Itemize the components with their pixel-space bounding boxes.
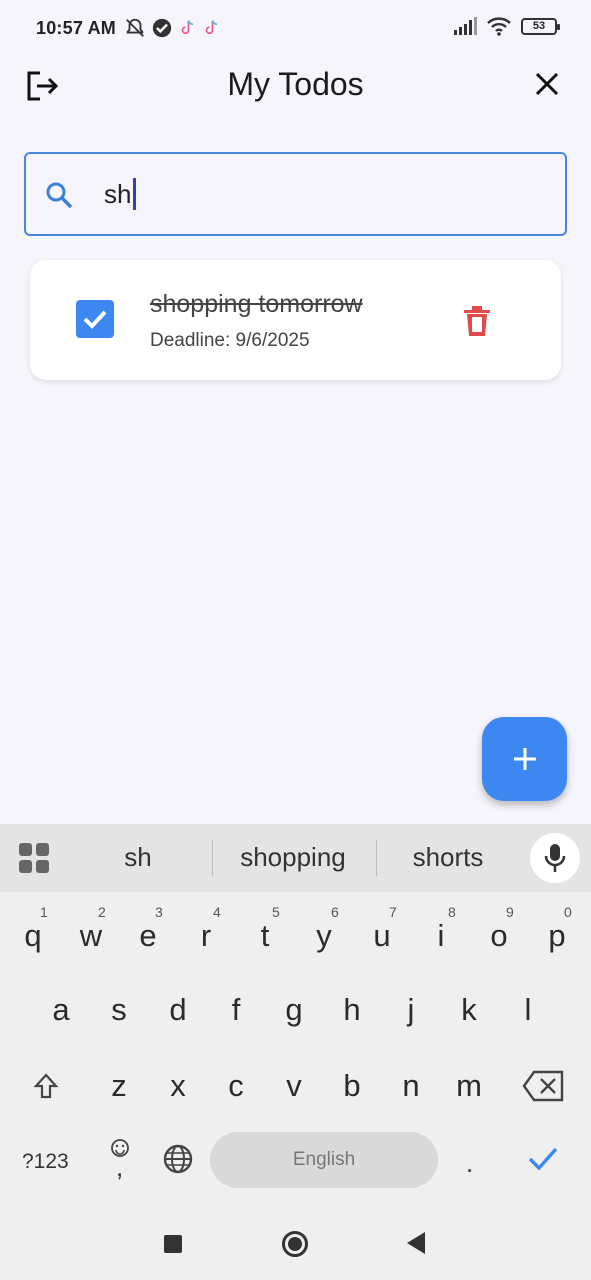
page-title: My Todos [227,66,364,102]
keyboard: sh shopping shorts q1 w2 e3 r4 t5 y6 u7 … [0,824,591,1210]
key-h[interactable]: h [329,992,375,1028]
text-caret [133,178,137,210]
key-z[interactable]: z [96,1068,142,1104]
key-g[interactable]: g [271,992,317,1028]
key-d[interactable]: d [155,992,201,1028]
todo-title: shopping tomorrow [150,290,363,318]
app-bar: My Todos [0,56,591,116]
tiktok-icon [181,20,194,35]
add-todo-button[interactable] [482,717,567,801]
symbols-key[interactable]: ?123 [22,1150,69,1174]
key-a[interactable]: a [38,992,84,1028]
suggestion-3[interactable]: shorts [373,842,523,873]
suggestion-2[interactable]: shopping [218,842,368,873]
key-i[interactable]: i8 [418,904,464,954]
key-y[interactable]: y6 [301,904,347,954]
key-q[interactable]: q1 [10,904,56,954]
key-r[interactable]: r4 [183,904,229,954]
trash-icon[interactable] [462,305,492,337]
mic-button[interactable] [530,833,580,883]
key-u[interactable]: u7 [359,904,405,954]
close-icon[interactable] [533,70,561,98]
tiktok-icon [205,20,218,35]
shift-arrow-icon[interactable] [32,1072,60,1100]
check-circle-icon [152,18,172,38]
suggestion-bar: sh shopping shorts [0,824,591,892]
recents-square-icon[interactable] [164,1235,182,1253]
key-k[interactable]: k [446,992,492,1028]
search-input[interactable]: sh [24,152,567,236]
status-system-icons: 53 [453,16,560,36]
check-icon[interactable] [527,1144,559,1174]
battery-icon: 53 [521,17,560,35]
key-v[interactable]: v [271,1068,317,1104]
key-t[interactable]: t5 [242,904,288,954]
key-b[interactable]: b [329,1068,375,1104]
apps-grid-icon[interactable] [18,842,50,874]
todo-card[interactable]: shopping tomorrow Deadline: 9/6/2025 [30,260,561,380]
system-nav-bar [0,1210,591,1280]
todo-checkbox[interactable] [76,300,114,338]
key-j[interactable]: j [388,992,434,1028]
space-key[interactable]: English [210,1132,438,1188]
check-icon [83,310,107,329]
search-text: sh [104,178,132,209]
key-w[interactable]: w2 [68,904,114,954]
key-c[interactable]: c [213,1068,259,1104]
period-key[interactable]: . [466,1148,473,1179]
mic-icon [544,844,566,872]
status-bar: 10:57 AM 53 [0,0,591,56]
todo-deadline: Deadline: 9/6/2025 [150,330,310,351]
status-time: 10:57 AM [36,17,116,38]
comma-key[interactable]: , [116,1152,123,1183]
key-s[interactable]: s [96,992,142,1028]
suggestion-1[interactable]: sh [63,842,213,873]
key-m[interactable]: m [446,1068,492,1104]
home-circle-icon[interactable] [282,1231,308,1257]
key-o[interactable]: o9 [476,904,522,954]
divider [212,840,213,876]
wifi-icon [487,17,511,36]
search-value: sh [104,178,137,210]
backspace-icon[interactable] [522,1070,564,1102]
key-l[interactable]: l [505,992,551,1028]
key-p[interactable]: p0 [534,904,580,954]
plus-icon [513,748,536,770]
key-n[interactable]: n [388,1068,434,1104]
key-x[interactable]: x [155,1068,201,1104]
key-e[interactable]: e3 [125,904,171,954]
search-icon [46,182,73,209]
back-triangle-icon[interactable] [407,1232,425,1254]
key-f[interactable]: f [213,992,259,1028]
mute-alarm-icon [126,18,144,37]
status-notification-icons [124,17,220,39]
globe-icon[interactable] [162,1143,194,1175]
signal-icon [454,17,477,35]
